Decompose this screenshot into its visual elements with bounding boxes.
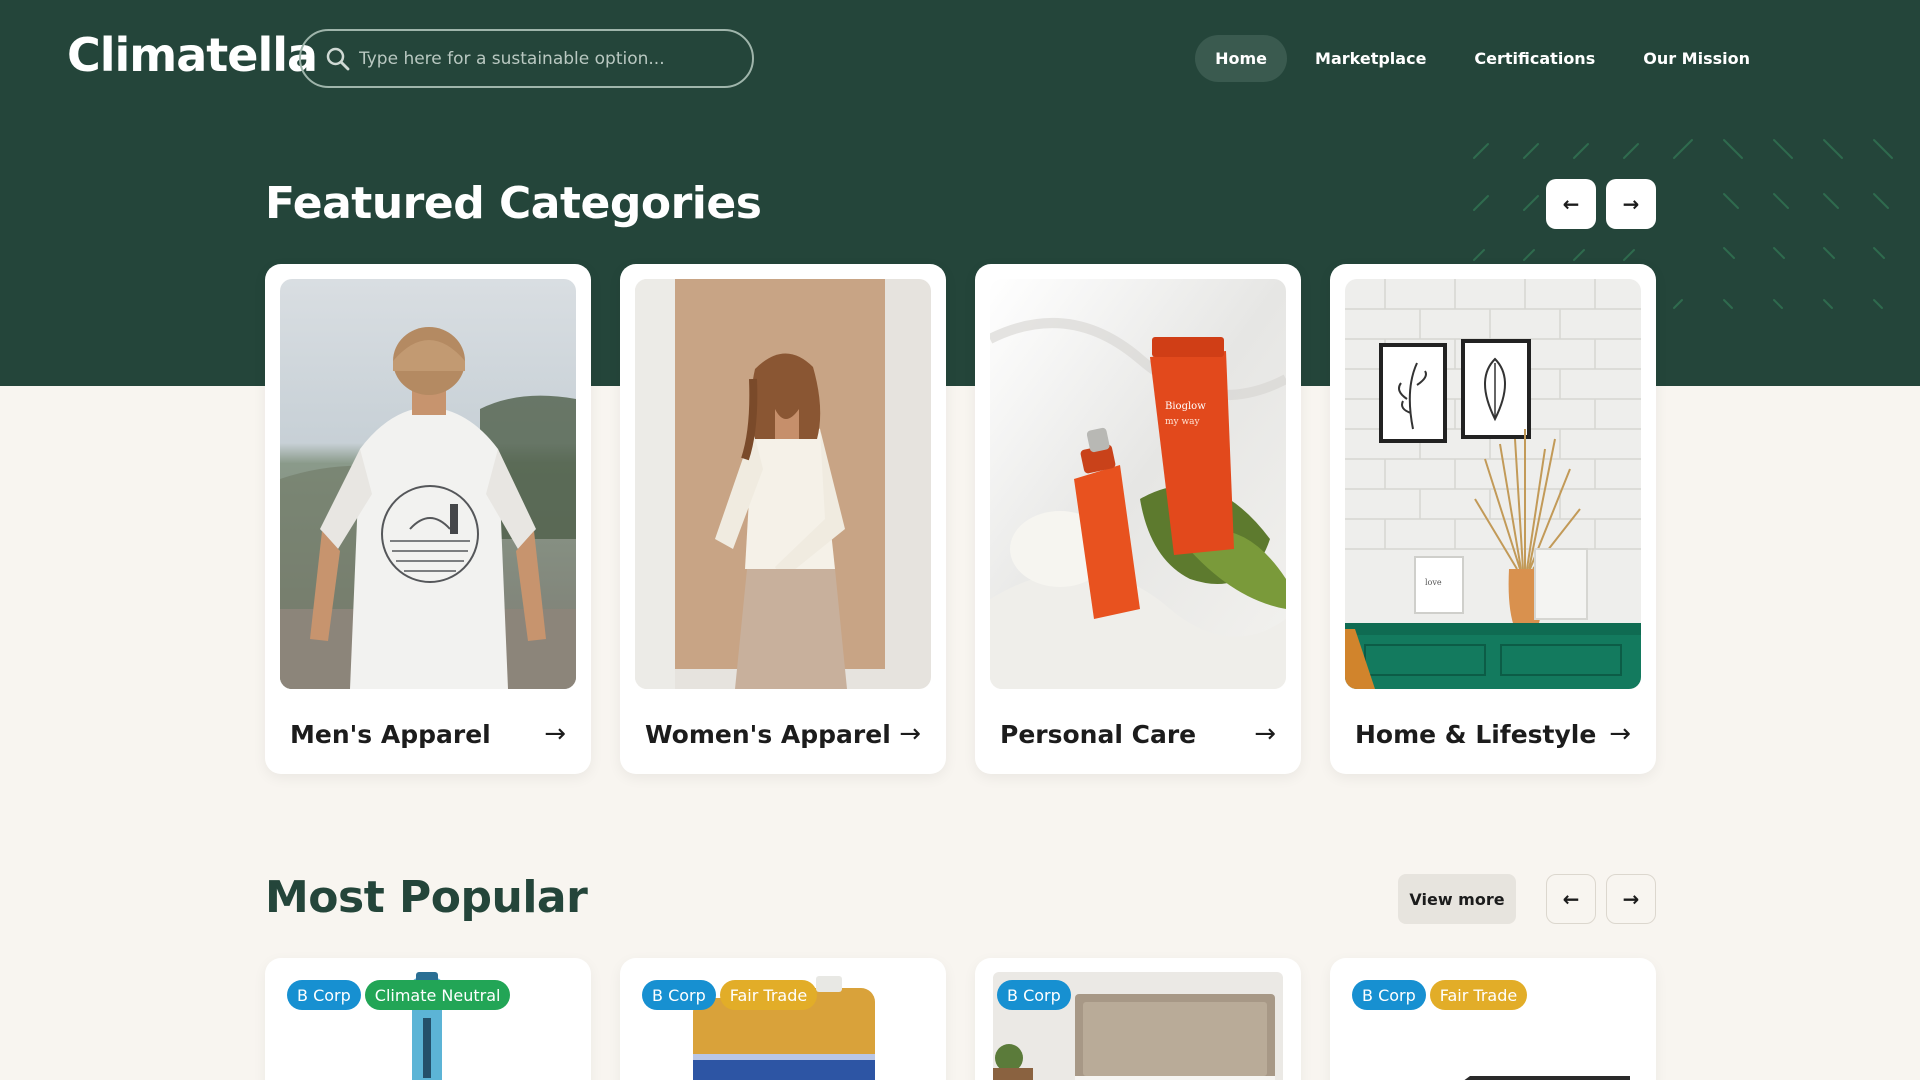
nav-our-mission[interactable]: Our Mission	[1623, 35, 1770, 82]
category-label: Men's Apparel	[290, 719, 491, 749]
product-image	[1464, 1076, 1630, 1080]
category-label: Personal Care	[1000, 719, 1197, 749]
category-label: Home & Lifestyle	[1355, 719, 1597, 749]
b-corp-badge: B Corp	[642, 980, 716, 1010]
svg-text:Bioglow: Bioglow	[1165, 401, 1206, 412]
arrow-right-icon: →	[1609, 719, 1631, 749]
fair-trade-badge: Fair Trade	[719, 980, 818, 1010]
most-popular-title: Most Popular	[265, 872, 588, 923]
category-card-personal-care[interactable]: Bioglow my way Personal Care →	[975, 264, 1301, 774]
badge-row: B Corp Climate Neutral	[287, 980, 511, 1010]
climate-neutral-badge: Climate Neutral	[364, 980, 511, 1010]
b-corp-badge: B Corp	[1352, 980, 1426, 1010]
product-card[interactable]: B Corp	[975, 958, 1301, 1080]
arrow-right-icon: →	[899, 719, 921, 749]
nav-marketplace[interactable]: Marketplace	[1295, 35, 1446, 82]
b-corp-badge: B Corp	[997, 980, 1071, 1010]
badge-row: B Corp Fair Trade	[642, 980, 818, 1010]
personal-care-image: Bioglow my way	[990, 279, 1286, 689]
svg-text:love: love	[1425, 578, 1442, 587]
product-image	[693, 976, 875, 1080]
search-input[interactable]	[359, 48, 739, 69]
product-image	[993, 972, 1283, 1080]
view-more-button[interactable]: View more	[1398, 874, 1516, 924]
svg-text:my way: my way	[1165, 417, 1201, 427]
arrow-right-icon: →	[1254, 719, 1276, 749]
home-lifestyle-image: love	[1345, 279, 1641, 689]
category-card-womens-apparel[interactable]: Women's Apparel →	[620, 264, 946, 774]
product-image	[412, 972, 442, 1080]
fair-trade-badge: Fair Trade	[1429, 980, 1528, 1010]
popular-prev-button[interactable]: ←	[1546, 874, 1596, 924]
product-card[interactable]: B Corp Fair Trade	[1330, 958, 1656, 1080]
nav-home[interactable]: Home	[1195, 35, 1288, 82]
featured-next-button[interactable]: →	[1606, 179, 1656, 229]
product-card[interactable]: B Corp Climate Neutral	[265, 958, 591, 1080]
womens-apparel-image	[635, 279, 931, 689]
popular-next-button[interactable]: →	[1606, 874, 1656, 924]
featured-prev-button[interactable]: ←	[1546, 179, 1596, 229]
badge-row: B Corp Fair Trade	[1352, 980, 1528, 1010]
product-card[interactable]: B Corp Fair Trade	[620, 958, 946, 1080]
badge-row: B Corp	[997, 980, 1071, 1010]
nav-certifications[interactable]: Certifications	[1454, 35, 1615, 82]
main-nav: Home Marketplace Certifications Our Miss…	[1195, 35, 1770, 82]
category-card-mens-apparel[interactable]: Men's Apparel →	[265, 264, 591, 774]
arrow-right-icon: →	[544, 719, 566, 749]
featured-categories-title: Featured Categories	[265, 178, 762, 229]
site-logo[interactable]: Climatella	[67, 28, 318, 82]
search-icon	[326, 47, 350, 70]
category-label: Women's Apparel	[645, 719, 891, 749]
b-corp-badge: B Corp	[287, 980, 361, 1010]
mens-apparel-image	[280, 279, 576, 689]
search-bar[interactable]	[299, 29, 754, 88]
category-card-home-lifestyle[interactable]: love Home & Lifestyle →	[1330, 264, 1656, 774]
